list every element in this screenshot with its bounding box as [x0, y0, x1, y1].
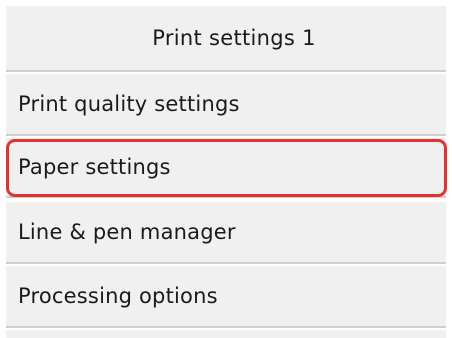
print-settings-screen: Print settings 1 Print quality settings …	[0, 0, 452, 338]
menu-item-print-quality-settings[interactable]: Print quality settings	[6, 74, 446, 136]
screen-title: Print settings 1	[152, 26, 316, 50]
menu-item-label: Print quality settings	[18, 92, 240, 116]
next-item-edge	[6, 330, 446, 338]
screen-header: Print settings 1	[6, 6, 446, 72]
menu-item-line-pen-manager[interactable]: Line & pen manager	[6, 202, 446, 264]
menu-item-label: Paper settings	[18, 155, 171, 179]
menu-item-label: Line & pen manager	[18, 220, 236, 244]
menu-item-processing-options[interactable]: Processing options	[6, 266, 446, 328]
menu-item-paper-settings[interactable]: Paper settings	[6, 138, 446, 198]
menu-item-label: Processing options	[18, 284, 218, 308]
